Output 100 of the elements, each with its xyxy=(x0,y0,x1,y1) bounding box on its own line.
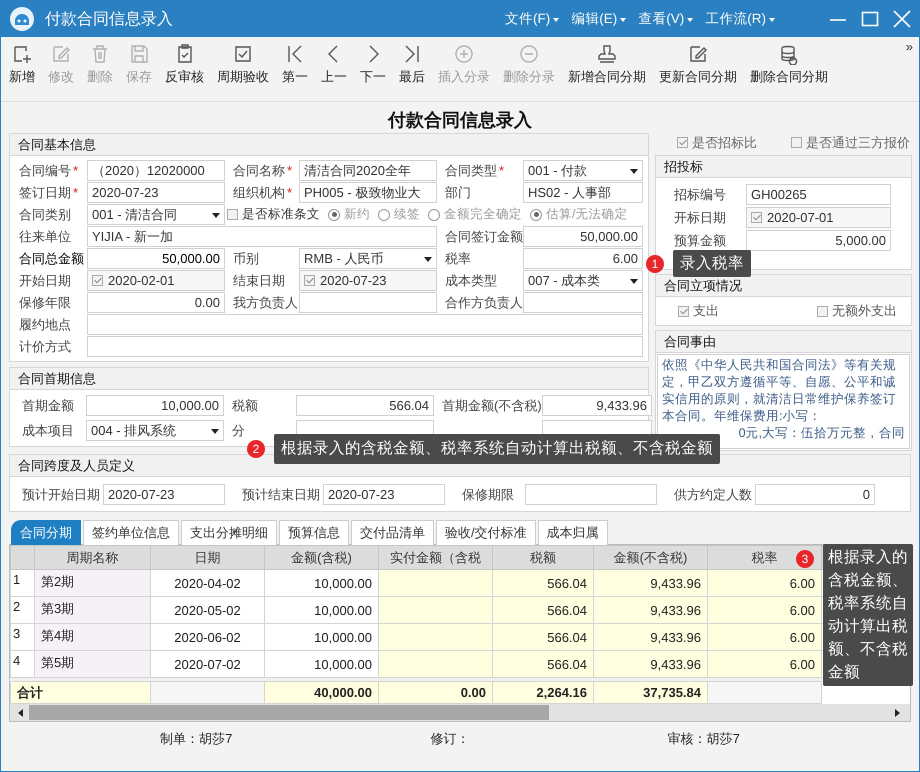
input-field[interactable]: 2020-07-23 xyxy=(87,182,225,203)
overflow-button[interactable]: » xyxy=(906,39,913,54)
input-field[interactable]: 001 - 清洁合同 xyxy=(87,204,225,225)
toolbar-button[interactable]: 新增合同分期 xyxy=(564,43,650,86)
input-field[interactable]: 001 - 付款 xyxy=(523,160,643,181)
column-header[interactable]: 税额 xyxy=(492,546,594,570)
field-label: 招标编号 xyxy=(674,186,727,204)
tab[interactable]: 合同分期 xyxy=(11,520,81,545)
input-field[interactable]: PH005 - 极致物业大 xyxy=(299,182,437,203)
field-label: 保修期限 xyxy=(462,486,514,504)
toolbar-button[interactable]: 更新合同分期 xyxy=(655,43,741,86)
toolbar-button[interactable]: 反审核 xyxy=(161,43,208,86)
table-cell: 10,000.00 xyxy=(264,596,378,624)
checkbox[interactable] xyxy=(817,306,828,316)
input-field[interactable]: 6.00 xyxy=(523,248,643,269)
tab[interactable]: 支出分摊明细 xyxy=(181,520,277,545)
input-field[interactable]: 0.00 xyxy=(87,292,225,313)
input-field[interactable]: 0 xyxy=(755,484,875,505)
input-field[interactable]: RMB - 人民币 xyxy=(299,248,437,269)
tooltip: 根据录入的含税金额、税率系统自动计算出税额、不含税金额 xyxy=(823,544,913,686)
input-field[interactable]: GH00265 xyxy=(746,184,891,205)
table-cell: 37,735.84 xyxy=(594,682,708,704)
input-field[interactable] xyxy=(523,292,643,313)
table-cell: 第5期 xyxy=(34,650,150,678)
checkbox[interactable] xyxy=(92,275,103,286)
option-label: 无额外支出 xyxy=(832,302,897,320)
input-field[interactable]: 50,000.00 xyxy=(523,226,643,247)
input-field[interactable]: YIJIA - 新一加 xyxy=(87,226,437,247)
tab[interactable]: 交付品清单 xyxy=(351,520,434,545)
toolbar-button[interactable]: 周期验收 xyxy=(213,43,273,86)
input-field[interactable]: 清洁合同2020全年 xyxy=(299,160,437,181)
field-label: 合同总金额 xyxy=(18,250,85,268)
field-label: 预计开始日期 xyxy=(22,486,100,504)
table-cell: 第3期 xyxy=(34,596,150,624)
input-field[interactable]: 10,000.00 xyxy=(86,395,224,416)
menu-item[interactable]: 查看(V) xyxy=(638,10,694,28)
input-field[interactable] xyxy=(525,484,657,505)
toolbar-button[interactable]: 上一 xyxy=(317,43,351,86)
toolbar-button[interactable]: 删除合同分期 xyxy=(746,43,832,86)
input-field[interactable]: （2020）12020000 xyxy=(87,160,225,181)
section-title: 合同立项情况 xyxy=(656,275,911,297)
input-field[interactable]: 2020-07-23 xyxy=(103,484,225,505)
input-field[interactable] xyxy=(87,314,643,335)
scrollbar[interactable] xyxy=(10,704,910,721)
field-label: 我方负责人 xyxy=(232,294,297,312)
radio-button[interactable] xyxy=(328,208,340,220)
menu-item[interactable]: 编辑(E) xyxy=(571,10,626,28)
section-title: 招投标 xyxy=(656,156,911,178)
input-field[interactable] xyxy=(87,336,643,357)
input-field[interactable]: 50,000.00 xyxy=(87,248,225,269)
column-header[interactable]: 金额(不含税) xyxy=(594,546,708,570)
checkbox[interactable] xyxy=(678,306,689,316)
reason-text: 依照《中华人民共和国合同法》等有关规定，甲乙双方遵循平等、自愿、公平和诚实信用的原则，就清洁日常维护保养签订本合同。年维保费用:小写： xyxy=(662,357,897,425)
tab[interactable]: 预算信息 xyxy=(279,520,349,545)
tab[interactable]: 成本归属 xyxy=(538,520,608,545)
input-field[interactable]: 566.04 xyxy=(296,395,434,416)
column-header[interactable]: 实付金额（含税 xyxy=(378,546,492,570)
table-cell: 第4期 xyxy=(34,624,150,650)
input-field[interactable]: 9,433.96 xyxy=(542,395,652,416)
footer-text: 制单：胡莎7 xyxy=(160,730,232,748)
checkbox[interactable] xyxy=(304,275,315,286)
column-header[interactable]: 日期 xyxy=(150,546,264,570)
option-label: 是否招标比 xyxy=(692,134,757,152)
menu-item[interactable]: 文件(F) xyxy=(505,10,560,28)
checkbox[interactable] xyxy=(791,137,802,148)
field-label: 成本项目 xyxy=(21,422,75,440)
maximize-icon[interactable] xyxy=(861,10,879,28)
toolbar-button[interactable]: 下一 xyxy=(356,43,390,86)
field-label: 签订日期* xyxy=(18,184,80,202)
field-label: 合同类型* xyxy=(444,162,506,180)
column-header[interactable]: 周期名称 xyxy=(34,546,150,570)
menu-item[interactable]: 工作流(R) xyxy=(705,10,775,28)
checkbox[interactable] xyxy=(677,137,688,148)
tab[interactable]: 签约单位信息 xyxy=(83,520,179,545)
input-field[interactable]: 2020-07-23 xyxy=(299,270,437,291)
section-title: 合同首期信息 xyxy=(10,368,648,390)
input-field[interactable]: HS02 - 人事部 xyxy=(523,182,643,203)
input-field[interactable]: 007 - 成本类 xyxy=(523,270,643,291)
radio-button[interactable] xyxy=(428,208,440,220)
field-label: 合同名称* xyxy=(232,162,294,180)
input-field[interactable]: 2020-02-01 xyxy=(87,270,225,291)
input-field[interactable]: 5,000.00 xyxy=(746,230,891,251)
radio-button[interactable] xyxy=(530,208,542,220)
table-cell: 566.04 xyxy=(492,650,594,678)
input-field[interactable]: 2020-07-01 xyxy=(746,207,891,228)
toolbar-button[interactable]: 新增 xyxy=(5,43,39,86)
column-header[interactable]: 金额(含税) xyxy=(264,546,378,570)
radio-button[interactable] xyxy=(378,208,390,220)
close-icon[interactable] xyxy=(893,10,911,28)
toolbar-button[interactable]: 第一 xyxy=(278,43,312,86)
checkbox[interactable] xyxy=(751,212,762,223)
tab[interactable]: 验收/交付标准 xyxy=(436,520,536,545)
checkbox[interactable] xyxy=(227,209,238,220)
field-label: 往来单位 xyxy=(18,228,72,246)
input-field[interactable]: 2020-07-23 xyxy=(323,484,445,505)
toolbar-button[interactable]: 最后 xyxy=(395,43,429,86)
input-field[interactable] xyxy=(299,292,437,313)
checkbox-option[interactable]: 是否标准条文 xyxy=(227,206,320,223)
input-field[interactable]: 004 - 排风系统 xyxy=(86,420,224,441)
table-cell: 2,264.16 xyxy=(492,682,594,704)
